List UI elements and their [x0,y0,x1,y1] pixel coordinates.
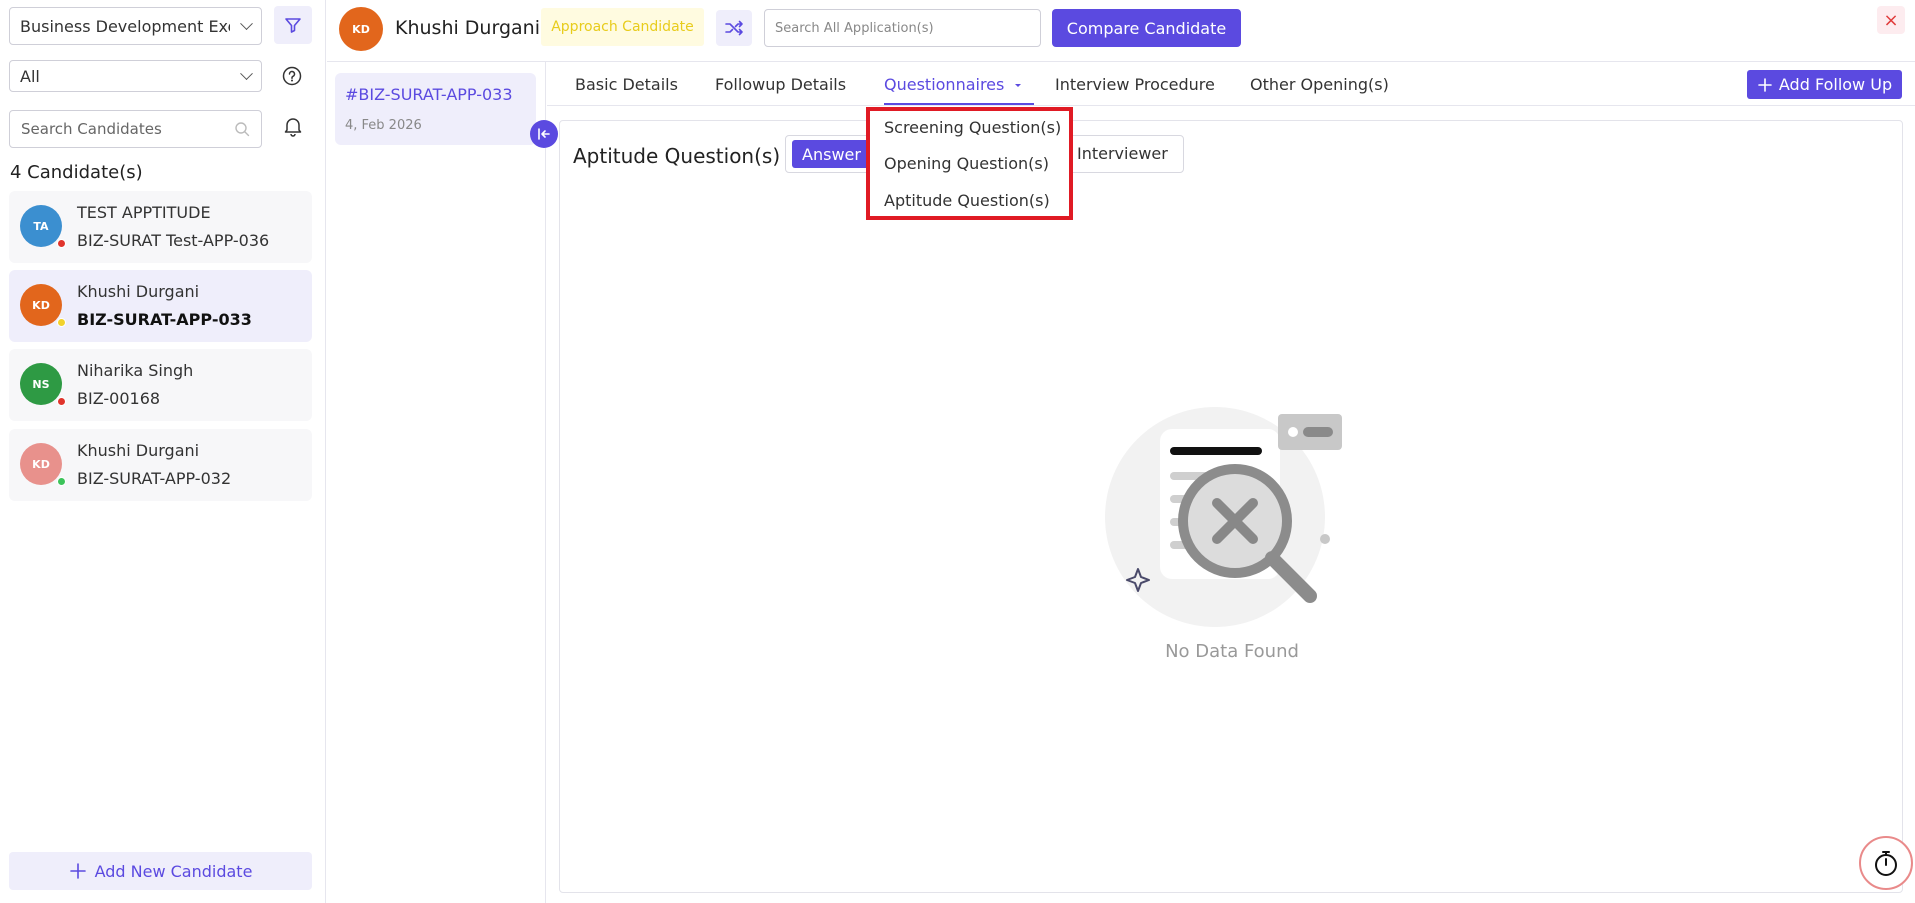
application-search-placeholder: Search All Application(s) [775,20,934,36]
avatar: KD [20,284,62,326]
candidate-item[interactable]: NS Niharika Singh BIZ-00168 [9,349,312,421]
add-new-candidate-label: Add New Candidate [94,861,253,881]
empty-state-text: No Data Found [1165,641,1299,662]
questionnaires-dropdown-menu: Screening Question(s) Opening Question(s… [866,107,1073,220]
application-card[interactable]: #BIZ-SURAT-APP-033 4, Feb 2026 [335,73,536,145]
menu-item-opening-questions[interactable]: Opening Question(s) [884,154,1049,173]
aptitude-panel: Aptitude Question(s) Answer Interviewer … [559,120,1903,893]
candidate-search-placeholder: Search Candidates [21,120,162,138]
shuffle-icon [725,20,743,36]
status-dot [57,397,66,406]
interviewer-toggle-button[interactable]: Interviewer [1077,144,1168,163]
position-filter-select[interactable]: Business Development Exec [9,7,262,45]
answer-toggle-button[interactable]: Answer [792,140,871,168]
timer-button[interactable] [1859,836,1913,890]
bell-icon [284,118,302,137]
candidate-name: TEST APPTITUDE [77,203,211,222]
candidate-sidebar: Business Development Exec All Search Can… [0,0,326,903]
no-data-illustration [1105,407,1342,627]
candidate-item[interactable]: KD Khushi Durgani BIZ-SURAT-APP-032 [9,429,312,501]
tab-followup-details[interactable]: Followup Details [715,75,846,94]
add-follow-up-label: Add Follow Up [1778,75,1893,94]
active-tab-indicator [884,103,1034,105]
candidate-code: BIZ-SURAT-APP-032 [77,469,232,488]
tab-other-openings[interactable]: Other Opening(s) [1250,75,1389,94]
collapse-panel-button[interactable] [530,120,558,148]
notifications-button[interactable] [282,115,304,137]
stopwatch-icon [1875,851,1897,876]
candidate-title: Khushi Durgani [395,17,540,39]
candidate-code: BIZ-00168 [77,389,161,408]
plus-icon [1758,77,1772,92]
status-dot [57,477,66,486]
candidate-name: Khushi Durgani [77,282,200,301]
chevron-down-icon [240,16,253,30]
avatar: TA [20,205,62,247]
tab-questionnaires-label: Questionnaires [884,75,1005,94]
chevron-down-icon [240,66,253,80]
application-id: #BIZ-SURAT-APP-033 [345,85,513,104]
position-filter-value: Business Development Exec [20,16,230,36]
status-dot [57,318,66,327]
tab-interview-procedure[interactable]: Interview Procedure [1055,75,1215,94]
avatar: KD [20,443,62,485]
filter-icon [285,18,301,33]
candidate-search-input[interactable]: Search Candidates [9,110,262,148]
application-date: 4, Feb 2026 [345,118,422,133]
status-filter-select[interactable]: All [9,60,262,92]
detail-tabs: Basic Details Followup Details Questionn… [547,63,1915,106]
add-new-candidate-button[interactable]: Add New Candidate [9,852,312,890]
candidate-name: Niharika Singh [77,361,194,380]
candidate-header: KD Khushi Durgani Approach Candidate Sea… [327,0,1915,62]
close-icon: × [1883,9,1899,31]
candidate-code: BIZ-SURAT-APP-033 [77,310,252,329]
candidate-count: 4 Candidate(s) [10,162,143,183]
candidate-name: Khushi Durgani [77,441,200,460]
menu-item-aptitude-questions[interactable]: Aptitude Question(s) [884,191,1050,210]
search-icon [235,122,250,137]
avatar: NS [20,363,62,405]
compare-candidate-button[interactable]: Compare Candidate [1052,9,1241,47]
status-dot [57,239,66,248]
panel-title: Aptitude Question(s) [573,144,781,168]
help-icon [282,66,302,86]
plus-icon [69,863,86,879]
status-badge[interactable]: Approach Candidate [541,8,704,46]
application-search-input[interactable]: Search All Application(s) [764,9,1041,47]
shuffle-button[interactable] [716,10,752,46]
tab-questionnaires[interactable]: Questionnaires [884,75,1023,94]
help-button[interactable] [282,66,302,86]
application-list: #BIZ-SURAT-APP-033 4, Feb 2026 [327,62,546,903]
candidate-code: BIZ-SURAT Test-APP-036 [77,231,270,250]
add-follow-up-button[interactable]: Add Follow Up [1747,70,1902,99]
collapse-left-icon [538,128,550,140]
menu-item-screening-questions[interactable]: Screening Question(s) [884,118,1061,137]
close-button[interactable]: × [1877,6,1905,34]
filter-button[interactable] [274,6,312,44]
tab-basic-details[interactable]: Basic Details [575,75,678,94]
caret-down-icon [1015,84,1022,87]
avatar: KD [339,7,383,51]
candidate-item-selected[interactable]: KD Khushi Durgani BIZ-SURAT-APP-033 [9,270,312,342]
status-filter-value: All [20,66,40,86]
candidate-item[interactable]: TA TEST APPTITUDE BIZ-SURAT Test-APP-036 [9,191,312,263]
